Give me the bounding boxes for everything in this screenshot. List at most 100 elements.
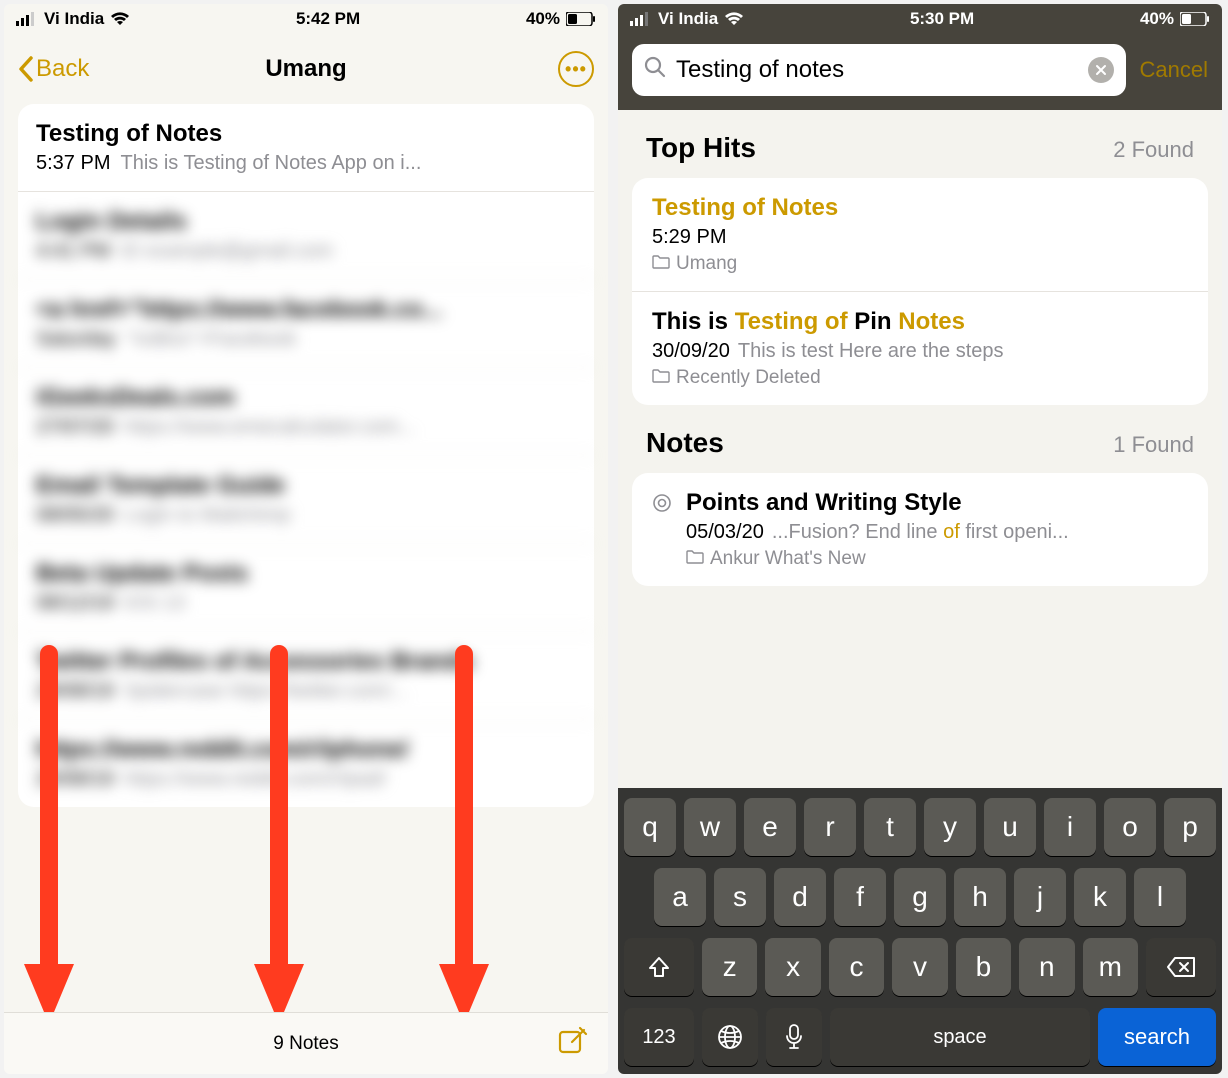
key-m[interactable]: m <box>1083 938 1138 996</box>
key-a[interactable]: a <box>654 868 706 926</box>
swipe-arrow-icon <box>254 644 284 1012</box>
compose-button[interactable] <box>558 1026 588 1062</box>
note-row[interactable]: Beta Update Posts 08/12/19iOS 13 <box>18 544 594 632</box>
wifi-icon <box>110 12 130 26</box>
key-s[interactable]: s <box>714 868 766 926</box>
notes-list[interactable]: Testing of Notes5:37 PMThis is Testing o… <box>4 104 608 1012</box>
note-subtitle: 29/08/19Spidercase https://twitter.com/.… <box>36 680 576 703</box>
notes-header: Notes 1 Found <box>618 405 1222 473</box>
key-e[interactable]: e <box>744 798 796 856</box>
key-y[interactable]: y <box>924 798 976 856</box>
note-subtitle: 27/07/20https://www.emecalculator.com... <box>36 416 576 439</box>
bottom-toolbar: 9 Notes <box>4 1012 608 1074</box>
result-title: Points and Writing Style <box>686 489 1188 517</box>
key-p[interactable]: p <box>1164 798 1216 856</box>
battery-percent: 40% <box>1140 9 1174 29</box>
note-title: iGeeksDeals.com <box>36 384 576 412</box>
key-u[interactable]: u <box>984 798 1036 856</box>
section-title: Notes <box>646 427 724 459</box>
back-label: Back <box>36 55 89 83</box>
battery-icon <box>566 12 596 26</box>
key-k[interactable]: k <box>1074 868 1126 926</box>
search-result-row[interactable]: Testing of Notes 5:29 PM Umang <box>632 178 1208 292</box>
more-button[interactable]: ••• <box>558 51 594 87</box>
search-result-row[interactable]: This is Testing of Pin Notes30/09/20This… <box>632 292 1208 405</box>
battery-icon <box>1180 12 1210 26</box>
note-row[interactable]: <a href="https://www.facebook.co...Satur… <box>18 280 594 368</box>
signal-icon <box>16 12 38 26</box>
signal-icon <box>630 12 652 26</box>
result-title: Testing of Notes <box>652 194 1188 222</box>
key-z[interactable]: z <box>702 938 757 996</box>
search-input[interactable]: Testing of notes <box>632 44 1126 96</box>
result-subtitle: 05/03/20...Fusion? End line of first ope… <box>686 521 1188 544</box>
key-g[interactable]: g <box>894 868 946 926</box>
key-c[interactable]: c <box>829 938 884 996</box>
search-key[interactable]: search <box>1098 1008 1216 1066</box>
note-row[interactable]: Testing of Notes5:37 PMThis is Testing o… <box>18 104 594 192</box>
status-bar: Vi India 5:30 PM 40% <box>618 4 1222 34</box>
key-l[interactable]: l <box>1134 868 1186 926</box>
key-v[interactable]: v <box>892 938 947 996</box>
status-time: 5:42 PM <box>296 9 360 29</box>
search-results[interactable]: Top Hits 2 Found Testing of Notes 5:29 PM… <box>618 110 1222 788</box>
key-q[interactable]: q <box>624 798 676 856</box>
result-subtitle: 30/09/20This is test Here are the steps <box>652 340 1188 363</box>
key-f[interactable]: f <box>834 868 886 926</box>
nav-bar: Back Umang ••• <box>4 34 608 104</box>
shift-key[interactable] <box>624 938 694 996</box>
key-o[interactable]: o <box>1104 798 1156 856</box>
notes-folder-screen: Vi India 5:42 PM 40% Back Umang ••• Test… <box>4 4 608 1074</box>
result-subtitle: 5:29 PM <box>652 226 1188 249</box>
notes-count: 9 Notes <box>273 1033 338 1055</box>
search-query: Testing of notes <box>676 56 1078 84</box>
key-t[interactable]: t <box>864 798 916 856</box>
note-row[interactable]: iGeeksDeals.com 27/07/20https://www.emeca… <box>18 368 594 456</box>
section-title: Top Hits <box>646 132 756 164</box>
folder-icon <box>652 253 670 275</box>
key-x[interactable]: x <box>765 938 820 996</box>
attachment-icon <box>652 489 672 570</box>
note-title: Email Template Guide <box>36 472 576 500</box>
note-row[interactable]: Twitter Profiles of Accessories Brands29… <box>18 632 594 720</box>
key-h[interactable]: h <box>954 868 1006 926</box>
clear-search-button[interactable] <box>1088 57 1114 83</box>
key-j[interactable]: j <box>1014 868 1066 926</box>
note-subtitle: 08/05/20Login to Mailchimp <box>36 504 576 527</box>
back-button[interactable]: Back <box>18 55 89 83</box>
carrier-label: Vi India <box>658 9 718 29</box>
note-title: Beta Update Posts <box>36 560 576 588</box>
folder-icon <box>652 367 670 389</box>
cancel-button[interactable]: Cancel <box>1140 57 1208 83</box>
section-count: 2 Found <box>1113 137 1194 163</box>
space-key[interactable]: space <box>830 1008 1090 1066</box>
note-row[interactable]: Email Template Guide 08/05/20Login to Mai… <box>18 456 594 544</box>
note-title: Login Details <box>36 208 576 236</box>
key-i[interactable]: i <box>1044 798 1096 856</box>
key-d[interactable]: d <box>774 868 826 926</box>
note-title: https://www.reddit.com/r/iphone/ <box>36 736 576 764</box>
key-r[interactable]: r <box>804 798 856 856</box>
numbers-key[interactable]: 123 <box>624 1008 694 1066</box>
note-subtitle: 20/08/19https://www.reddit.com/r/ipad/ <box>36 768 576 791</box>
keyboard[interactable]: qwertyuiop asdfghjkl zxcvbnm 123 space s… <box>618 788 1222 1074</box>
key-b[interactable]: b <box>956 938 1011 996</box>
status-time: 5:30 PM <box>910 9 974 29</box>
note-title: Testing of Notes <box>36 120 576 148</box>
globe-key[interactable] <box>702 1008 758 1066</box>
result-folder: Umang <box>652 253 1188 275</box>
dictation-key[interactable] <box>766 1008 822 1066</box>
key-w[interactable]: w <box>684 798 736 856</box>
note-subtitle: 08/12/19iOS 13 <box>36 592 576 615</box>
carrier-label: Vi India <box>44 9 104 29</box>
search-result-row[interactable]: Points and Writing Style 05/03/20...Fusio… <box>632 473 1208 586</box>
search-icon <box>644 56 666 85</box>
key-n[interactable]: n <box>1019 938 1074 996</box>
note-subtitle: Saturday"noBox">Facebook <box>36 328 576 351</box>
result-folder: Recently Deleted <box>652 367 1188 389</box>
folder-icon <box>686 548 704 570</box>
note-row[interactable]: https://www.reddit.com/r/iphone/20/08/19… <box>18 720 594 807</box>
backspace-key[interactable] <box>1146 938 1216 996</box>
page-title: Umang <box>4 55 608 83</box>
note-row[interactable]: Login Details4:41 PMID example@gmail.com <box>18 192 594 280</box>
